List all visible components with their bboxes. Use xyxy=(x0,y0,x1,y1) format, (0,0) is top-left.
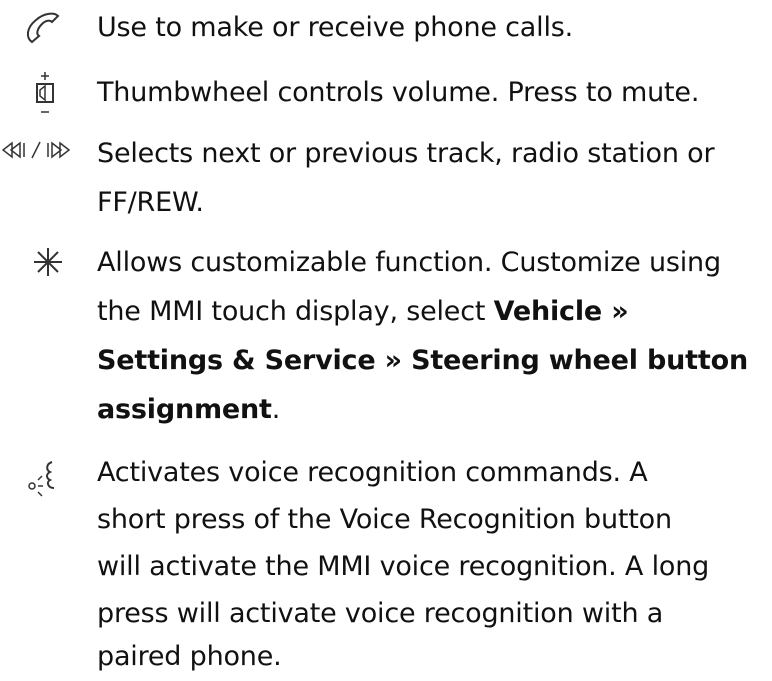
item-text-line4: press will activate voice recognition wi… xyxy=(97,598,664,629)
item-text-line1: Selects next or previous track, radio st… xyxy=(97,138,715,169)
item-text: Thumbwheel controls volume. Press to mut… xyxy=(97,77,700,108)
menu-path-separator: » xyxy=(375,345,412,376)
menu-path-settings: Settings & Service xyxy=(97,345,376,376)
item-text-line2: FF/REW. xyxy=(97,187,204,218)
item-text-period: . xyxy=(271,394,281,425)
item-text-plain: the MMI touch display, select xyxy=(97,296,494,327)
item-text-line3: will activate the MMI voice recognition.… xyxy=(97,551,710,582)
menu-path-assignment: assignment xyxy=(97,394,272,425)
item-text-line2: the MMI touch display, select Vehicle » xyxy=(97,287,767,336)
voice-recognition-icon xyxy=(28,461,55,497)
item-text-line3: Settings & Service » Steering wheel butt… xyxy=(97,336,767,385)
item-text-line1: Activates voice recognition commands. A xyxy=(97,457,648,488)
item-text: Use to make or receive phone calls. xyxy=(97,12,573,43)
item-text-line2: short press of the Voice Recognition but… xyxy=(97,504,672,535)
menu-path-steering: Steering wheel button xyxy=(411,345,748,376)
phone-icon xyxy=(26,12,60,44)
volume-thumbwheel-icon xyxy=(36,72,54,113)
item-text-line1: Allows customizable function. Customize … xyxy=(97,247,721,278)
next-previous-track-icon xyxy=(2,141,71,159)
menu-path-vehicle: Vehicle » xyxy=(493,296,629,327)
item-text-line5: paired phone. xyxy=(97,641,282,672)
asterisk-icon xyxy=(34,248,62,276)
item-text-line4: assignment. xyxy=(97,385,767,434)
